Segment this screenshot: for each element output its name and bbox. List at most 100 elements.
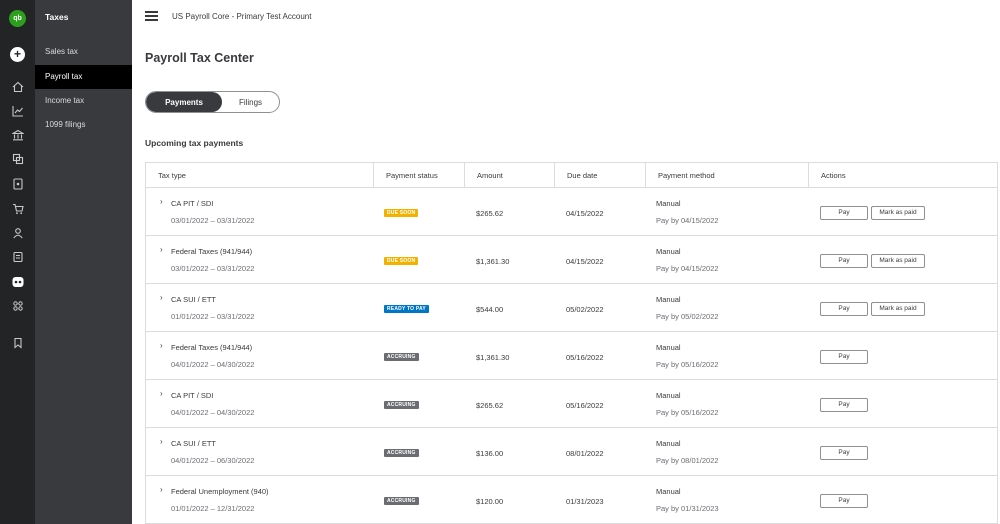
tax-type: CA SUI / ETT	[171, 439, 217, 448]
company-name: US Payroll Core - Primary Test Account	[172, 12, 312, 21]
expand-chevron-icon[interactable]: ›	[160, 437, 163, 446]
section-title: Upcoming tax payments	[145, 138, 244, 148]
payment-method: Manual	[656, 343, 681, 352]
amount: $1,361.30	[476, 353, 510, 362]
expand-chevron-icon[interactable]: ›	[160, 293, 163, 302]
tax-type: CA SUI / ETT	[171, 295, 217, 304]
due-date: 05/02/2022	[566, 305, 604, 314]
tax-period: 03/01/2022 – 03/31/2022	[171, 216, 255, 225]
subnav-item-sales-tax[interactable]: Sales tax	[35, 40, 132, 64]
expand-chevron-icon[interactable]: ›	[160, 341, 163, 350]
cart-icon[interactable]	[10, 201, 25, 216]
hamburger-menu-icon[interactable]	[145, 11, 158, 21]
payment-method: Manual	[656, 391, 681, 400]
documents-icon[interactable]	[10, 151, 25, 166]
tax-period: 03/01/2022 – 03/31/2022	[171, 264, 255, 273]
subnav-title: Taxes	[45, 12, 69, 22]
expand-chevron-icon[interactable]: ›	[160, 245, 163, 254]
pay-button[interactable]: Pay	[820, 398, 868, 412]
tax-period: 04/01/2022 – 06/30/2022	[171, 456, 255, 465]
pay-button[interactable]: Pay	[820, 254, 868, 268]
pay-by-date: Pay by 04/15/2022	[656, 264, 719, 273]
table-row: › Federal Taxes (941/944) 03/01/2022 – 0…	[146, 236, 997, 284]
column-header-actions: Actions	[808, 163, 998, 188]
home-icon[interactable]	[10, 79, 25, 94]
tax-period: 04/01/2022 – 04/30/2022	[171, 360, 255, 369]
column-header-payment-method: Payment method	[645, 163, 808, 188]
tax-type: CA PIT / SDI	[171, 391, 214, 400]
table-row: › CA SUI / ETT 01/01/2022 – 03/31/2022 R…	[146, 284, 997, 332]
table-row: › CA PIT / SDI 03/01/2022 – 03/31/2022 D…	[146, 188, 997, 236]
amount: $544.00	[476, 305, 504, 314]
status-badge: ACCRUING	[384, 449, 419, 457]
expand-chevron-icon[interactable]: ›	[160, 197, 163, 206]
status-badge: DUE SOON	[384, 257, 419, 265]
pay-button[interactable]: Pay	[820, 446, 868, 460]
table-body: › CA PIT / SDI 03/01/2022 – 03/31/2022 D…	[146, 188, 997, 524]
due-date: 08/01/2022	[566, 449, 604, 458]
amount: $265.62	[476, 209, 504, 218]
column-header-payment-status: Payment status	[373, 163, 464, 188]
tax-period: 01/01/2022 – 03/31/2022	[171, 312, 255, 321]
status-badge: ACCRUING	[384, 401, 419, 409]
pay-by-date: Pay by 01/31/2023	[656, 504, 719, 513]
expand-chevron-icon[interactable]: ›	[160, 389, 163, 398]
bookmark-icon[interactable]	[10, 335, 25, 350]
page-title: Payroll Tax Center	[145, 51, 254, 65]
tax-period: 04/01/2022 – 04/30/2022	[171, 408, 255, 417]
pay-by-date: Pay by 05/16/2022	[656, 408, 719, 417]
tax-type: CA PIT / SDI	[171, 199, 214, 208]
apps-icon[interactable]	[10, 298, 25, 313]
create-new-button[interactable]: +	[10, 47, 25, 62]
pay-by-date: Pay by 04/15/2022	[656, 216, 719, 225]
bank-icon[interactable]	[10, 127, 25, 142]
calculator-icon[interactable]	[10, 176, 25, 191]
payment-method: Manual	[656, 247, 681, 256]
subnav-item-1099-filings[interactable]: 1099 filings	[35, 113, 132, 137]
subnav-item-income-tax[interactable]: Income tax	[35, 89, 132, 113]
due-date: 04/15/2022	[566, 257, 604, 266]
tax-type: Federal Taxes (941/944)	[171, 247, 253, 256]
column-header-tax-type: Tax type	[158, 171, 186, 180]
tab-filings[interactable]: Filings	[222, 92, 279, 112]
subnav-item-payroll-tax[interactable]: Payroll tax	[35, 65, 132, 89]
column-header-due-date: Due date	[554, 163, 645, 188]
mark-as-paid-button[interactable]: Mark as paid	[871, 302, 925, 316]
pay-button[interactable]: Pay	[820, 494, 868, 508]
expand-chevron-icon[interactable]: ›	[160, 485, 163, 494]
payment-method: Manual	[656, 199, 681, 208]
status-badge: ACCRUING	[384, 497, 419, 505]
chart-icon[interactable]	[10, 103, 25, 118]
payments-filings-toggle: Payments Filings	[145, 91, 280, 113]
status-badge: ACCRUING	[384, 353, 419, 361]
receipt-icon[interactable]	[10, 249, 25, 264]
status-badge: READY TO PAY	[384, 305, 429, 313]
status-badge: DUE SOON	[384, 209, 419, 217]
tax-payments-table: Tax type Payment status Amount Due date …	[145, 162, 998, 524]
due-date: 05/16/2022	[566, 353, 604, 362]
pay-by-date: Pay by 05/02/2022	[656, 312, 719, 321]
people-icon[interactable]	[10, 225, 25, 240]
mark-as-paid-button[interactable]: Mark as paid	[871, 254, 925, 268]
pay-button[interactable]: Pay	[820, 206, 868, 220]
due-date: 04/15/2022	[566, 209, 604, 218]
payment-method: Manual	[656, 295, 681, 304]
amount: $1,361.30	[476, 257, 510, 266]
due-date: 05/16/2022	[566, 401, 604, 410]
pay-button[interactable]: Pay	[820, 302, 868, 316]
tab-payments[interactable]: Payments	[146, 92, 222, 112]
icon-rail: qb +	[0, 0, 35, 524]
tax-type: Federal Unemployment (940)	[171, 487, 269, 496]
pay-button[interactable]: Pay	[820, 350, 868, 364]
tax-period: 01/01/2022 – 12/31/2022	[171, 504, 255, 513]
pay-by-date: Pay by 05/16/2022	[656, 360, 719, 369]
taxes-icon[interactable]	[7, 272, 28, 291]
amount: $265.62	[476, 401, 504, 410]
quickbooks-logo[interactable]: qb	[9, 10, 26, 27]
pay-by-date: Pay by 08/01/2022	[656, 456, 719, 465]
table-row: › CA PIT / SDI 04/01/2022 – 04/30/2022 A…	[146, 380, 997, 428]
amount: $136.00	[476, 449, 504, 458]
mark-as-paid-button[interactable]: Mark as paid	[871, 206, 925, 220]
tax-type: Federal Taxes (941/944)	[171, 343, 253, 352]
table-row: › CA SUI / ETT 04/01/2022 – 06/30/2022 A…	[146, 428, 997, 476]
